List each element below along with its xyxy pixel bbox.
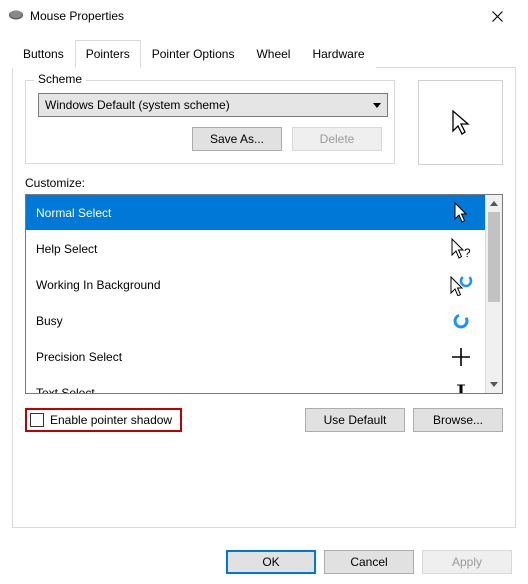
tab-wheel[interactable]: Wheel xyxy=(245,40,301,68)
list-item[interactable]: Normal Select xyxy=(26,195,485,231)
enable-pointer-shadow-highlight: Enable pointer shadow xyxy=(25,408,182,432)
scheme-group: Scheme Windows Default (system scheme) S… xyxy=(25,80,395,164)
customize-label: Customize: xyxy=(25,176,503,190)
tab-strip: Buttons Pointers Pointer Options Wheel H… xyxy=(12,40,516,68)
save-as-button[interactable]: Save As... xyxy=(192,127,282,151)
scheme-legend: Scheme xyxy=(34,72,86,86)
list-item[interactable]: Help Select ? xyxy=(26,231,485,267)
svg-text:?: ? xyxy=(464,246,471,260)
enable-pointer-shadow-checkbox[interactable] xyxy=(30,413,44,427)
scheme-selected-text: Windows Default (system scheme) xyxy=(45,98,230,112)
use-default-button[interactable]: Use Default xyxy=(305,408,405,432)
mouse-icon xyxy=(8,9,24,24)
close-button[interactable] xyxy=(474,0,520,32)
busy-cursor-icon xyxy=(447,312,475,330)
working-cursor-icon xyxy=(447,274,475,296)
list-item[interactable]: Working In Background xyxy=(26,267,485,303)
dialog-button-row: OK Cancel Apply xyxy=(0,540,528,584)
cursor-list: Normal Select Help Select ? Working In B… xyxy=(25,194,503,394)
cursor-name: Text Select xyxy=(36,386,95,393)
window-title: Mouse Properties xyxy=(30,9,474,23)
scroll-down-button[interactable] xyxy=(486,376,502,393)
scheme-combo[interactable]: Windows Default (system scheme) xyxy=(38,93,388,117)
scrollbar[interactable] xyxy=(485,195,502,393)
help-cursor-icon: ? xyxy=(447,238,475,260)
tab-pointers[interactable]: Pointers xyxy=(75,40,141,68)
chevron-down-icon xyxy=(373,103,381,108)
cursor-name: Normal Select xyxy=(36,206,111,220)
tab-pointer-options[interactable]: Pointer Options xyxy=(141,40,246,68)
arrow-cursor-icon xyxy=(451,109,471,137)
browse-button[interactable]: Browse... xyxy=(413,408,503,432)
cursor-name: Busy xyxy=(36,314,63,328)
title-bar: Mouse Properties xyxy=(0,0,528,32)
cursor-name: Help Select xyxy=(36,242,97,256)
scroll-thumb[interactable] xyxy=(488,212,500,302)
list-item[interactable]: Precision Select xyxy=(26,339,485,375)
cursor-name: Working In Background xyxy=(36,278,161,292)
delete-button: Delete xyxy=(292,127,382,151)
tab-hardware[interactable]: Hardware xyxy=(301,40,375,68)
scroll-up-button[interactable] xyxy=(486,195,502,212)
arrow-cursor-icon xyxy=(447,202,475,224)
enable-pointer-shadow-label: Enable pointer shadow xyxy=(50,413,172,427)
list-item[interactable]: Busy xyxy=(26,303,485,339)
crosshair-cursor-icon xyxy=(447,347,475,367)
tab-buttons[interactable]: Buttons xyxy=(12,40,75,68)
list-item[interactable]: Text Select xyxy=(26,375,485,393)
cursor-preview-box xyxy=(418,80,503,165)
ibeam-cursor-icon xyxy=(447,383,475,393)
cursor-name: Precision Select xyxy=(36,350,122,364)
